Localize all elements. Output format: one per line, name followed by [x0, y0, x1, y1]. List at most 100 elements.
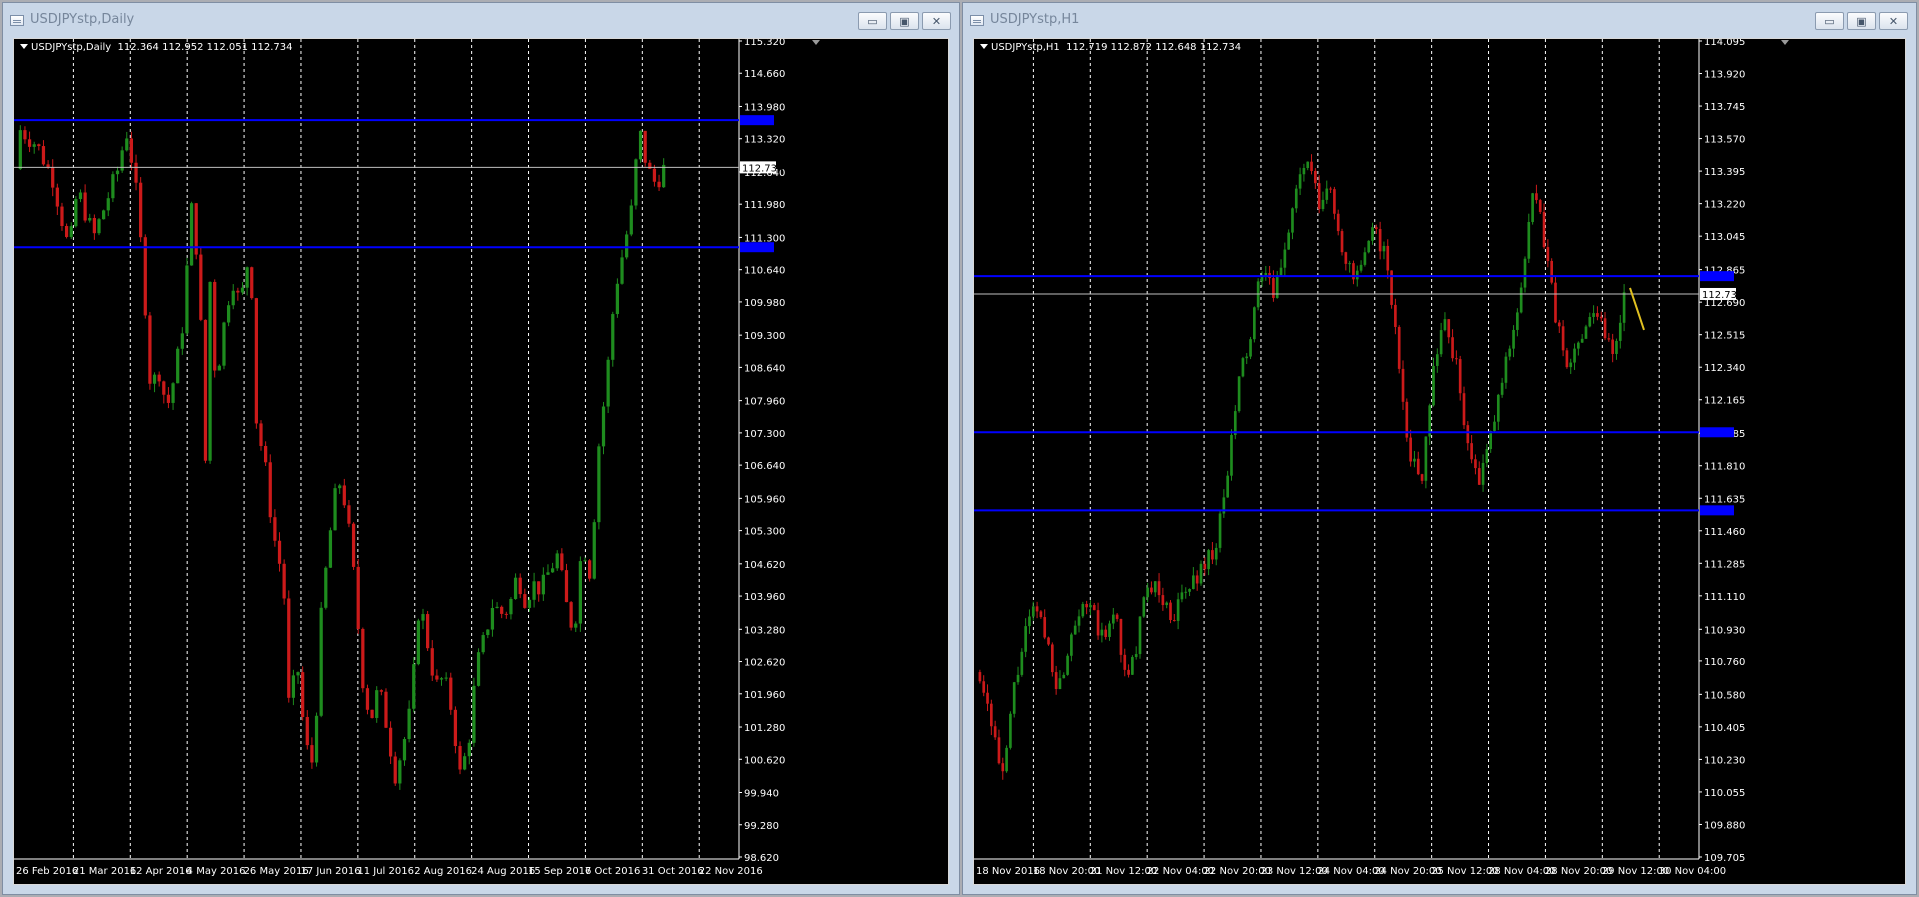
candle-body: [1230, 435, 1233, 476]
candle-body: [1165, 602, 1169, 606]
chart-window-icon: [10, 15, 24, 26]
window-titlebar[interactable]: USDJPYstp,Daily ▭ ▣ ✕: [3, 3, 959, 38]
candle-body: [643, 130, 647, 163]
candle-body: [375, 690, 379, 718]
candle-body: [1214, 547, 1218, 560]
chart-window-daily[interactable]: USDJPYstp,Daily ▭ ▣ ✕ 26 Feb 2016 21 Mar …: [2, 2, 960, 895]
candle-body: [504, 613, 508, 615]
candle-body: [615, 283, 620, 315]
close-icon: ✕: [931, 14, 942, 28]
candle-body: [245, 267, 249, 288]
candle-body: [560, 553, 564, 571]
candle-body: [1207, 550, 1210, 570]
candle-body: [27, 139, 32, 147]
horizontal-level-tag: [1700, 427, 1734, 438]
close-button[interactable]: ✕: [922, 12, 951, 30]
candle-body: [250, 267, 254, 299]
price-axis-label: 98.620: [744, 853, 779, 864]
candle-body: [1050, 644, 1054, 673]
price-axis-label: 109.300: [744, 331, 785, 342]
candle-body: [1031, 606, 1035, 617]
price-axis-label: 99.280: [744, 821, 779, 832]
price-axis-label: 111.635: [1704, 494, 1745, 505]
candle-body: [1054, 672, 1058, 689]
price-axis-label: 111.980: [744, 200, 785, 211]
chart-shift-marker-icon[interactable]: [1781, 40, 1789, 45]
candle-body: [412, 664, 416, 709]
chart-plot-area[interactable]: 26 Feb 2016 21 Mar 2016 12 Apr 2016 4 May 2…: [13, 38, 949, 885]
ohlc-readout: USDJPYstp,Daily 112.364 112.952 112.051 …: [20, 42, 293, 53]
candle-body: [1504, 356, 1508, 383]
candle-body: [421, 614, 425, 621]
candle-body: [351, 523, 356, 567]
maximize-button[interactable]: ▣: [1847, 12, 1876, 30]
candle-body: [1127, 669, 1130, 675]
candle-body: [226, 305, 231, 323]
candle-body: [1481, 462, 1485, 485]
time-axis-label: 15 Sep 2016: [528, 866, 591, 877]
candle-body: [305, 716, 309, 746]
time-axis-label: 26 May 2016: [244, 866, 309, 877]
candle-body: [1519, 287, 1523, 313]
candle-body: [1523, 258, 1527, 288]
time-axis-label: 2 Aug 2016: [414, 866, 472, 877]
time-axis-label: 21 Mar 2016: [73, 866, 136, 877]
candle-body: [444, 677, 448, 679]
candle-body: [32, 144, 36, 147]
candle-body: [347, 505, 351, 524]
window-titlebar[interactable]: USDJPYstp,H1 ▭ ▣ ✕: [963, 3, 1916, 38]
chart-window-h1[interactable]: USDJPYstp,H1 ▭ ▣ ✕ 18 Nov 2016 18 Nov 20:…: [962, 2, 1917, 895]
candle-body: [1596, 313, 1599, 317]
candle-body: [1157, 581, 1161, 596]
candle-body: [1527, 221, 1531, 259]
time-axis-label: 4 May 2016: [187, 866, 246, 877]
candle-body: [1508, 348, 1512, 357]
candle-body: [606, 359, 610, 407]
candle-body: [259, 423, 263, 446]
candle-body: [287, 598, 291, 698]
candle-body: [361, 628, 365, 689]
price-axis-label: 101.960: [744, 690, 785, 701]
candle-body: [1451, 337, 1454, 359]
candle-body: [1588, 316, 1592, 327]
candle-body: [1500, 382, 1504, 395]
price-axis-label: 106.640: [744, 461, 785, 472]
candle-body: [546, 572, 550, 575]
candlestick-chart-h1[interactable]: 18 Nov 201618 Nov 20:0021 Nov 12:0022 No…: [974, 39, 1906, 885]
close-button[interactable]: ✕: [1879, 12, 1908, 30]
candle-body: [588, 560, 592, 579]
candle-body: [1077, 616, 1081, 626]
candle-body: [55, 187, 59, 207]
candle-body: [537, 581, 541, 595]
candle-body: [1615, 340, 1618, 354]
candle-body: [296, 672, 300, 676]
candle-body: [1134, 654, 1138, 658]
candle-body: [268, 462, 272, 518]
window-title: USDJPYstp,H1: [990, 12, 1080, 27]
candle-body: [1306, 161, 1310, 168]
candle-body: [532, 581, 536, 600]
price-axis-label: 112.165: [1704, 396, 1745, 407]
candle-body: [467, 742, 471, 757]
time-axis-label: 18 Nov 2016: [976, 866, 1040, 877]
candle-body: [231, 290, 235, 306]
minimize-button[interactable]: ▭: [858, 12, 887, 30]
triangle-down-icon[interactable]: [20, 44, 28, 49]
candle-body: [1294, 188, 1298, 209]
candle-body: [37, 144, 41, 147]
candle-body: [1104, 629, 1108, 637]
candle-body: [550, 568, 555, 573]
window-controls: ▭ ▣ ✕: [1815, 12, 1908, 30]
candle-body: [277, 540, 282, 564]
chart-shift-marker-icon[interactable]: [812, 40, 820, 45]
chart-plot-area[interactable]: 18 Nov 2016 18 Nov 20:00 21 Nov 12:00 22 No…: [973, 38, 1906, 885]
minimize-button[interactable]: ▭: [1815, 12, 1844, 30]
candlestick-chart-daily[interactable]: 26 Feb 201621 Mar 201612 Apr 20164 May 2…: [14, 39, 949, 885]
maximize-button[interactable]: ▣: [890, 12, 919, 30]
candle-body: [1340, 231, 1344, 253]
triangle-down-icon[interactable]: [980, 44, 988, 49]
candle-body: [1439, 330, 1443, 355]
candle-body: [601, 406, 606, 447]
price-axis-label: 109.980: [744, 298, 785, 309]
candle-body: [1111, 614, 1115, 624]
